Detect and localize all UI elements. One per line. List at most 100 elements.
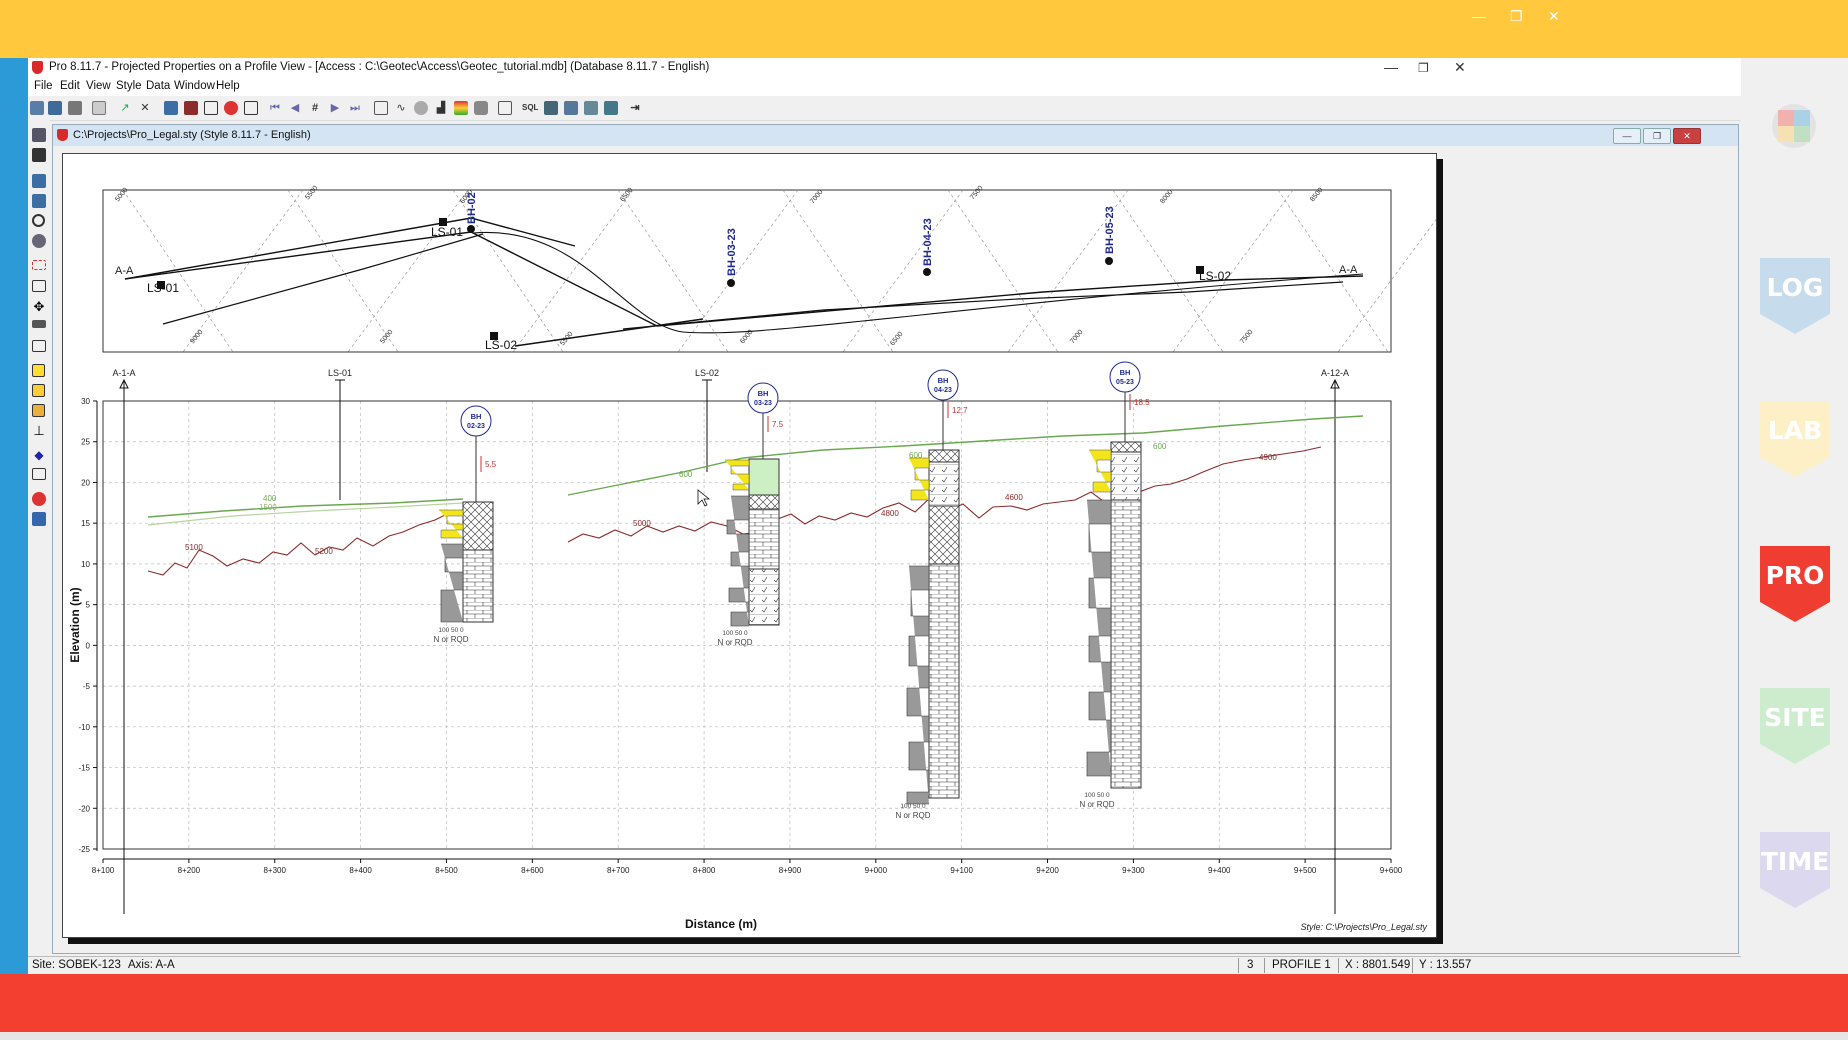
import-icon[interactable] [544,101,558,115]
status-separator [1412,958,1413,973]
menu-view[interactable]: View [86,80,111,92]
document-minimize-button[interactable]: — [1613,128,1641,144]
bh-02-23-badge [460,405,492,437]
menu-data[interactable]: Data [146,80,170,92]
frame-tool-icon[interactable] [32,280,46,292]
y-tick-label: -20 [78,804,90,813]
page-layout-icon[interactable] [32,174,46,188]
pan-icon[interactable] [32,234,46,248]
window-minimize-button[interactable]: — [1384,59,1398,75]
select-rectangle-icon[interactable] [32,260,46,270]
module-time[interactable]: TIME [1760,832,1830,908]
note-icon[interactable] [32,364,45,377]
bh-03-23-layer-rock [748,508,780,570]
globe-icon[interactable] [414,101,428,115]
zoom-icon[interactable] [32,214,45,227]
grid-icon[interactable] [244,101,258,115]
menu-file[interactable]: File [34,80,53,92]
preview-icon[interactable] [92,101,106,115]
database-icon[interactable] [474,101,488,115]
status-page: 3 [1247,959,1254,971]
window-close-button[interactable]: ✕ [1454,59,1466,76]
minimize-icon[interactable]: — [1472,8,1486,24]
document-client-area: 5000 5500 6000 6500 7000 7500 8000 8500 9000 5000… [53,146,1738,953]
bottom-edge [0,1032,1848,1040]
print-icon[interactable] [68,101,82,115]
y-tick-label: 10 [81,560,90,569]
document-title: C:\Projects\Pro_Legal.sty (Style 8.11.7 … [73,129,311,141]
borehole-bh-03-23[interactable]: BH 03-23 7.5 100 50 0 N or RQD [717,382,784,647]
style-footer: Style: C:\Projects\Pro_Legal.sty [1300,922,1427,932]
bh-03-23-rqd-bars [726,495,750,627]
menu-style[interactable]: Style [116,80,142,92]
diamond-icon[interactable]: ◆ [32,448,46,462]
x-tick-label: 9+400 [1208,866,1231,875]
layout-icon[interactable] [164,101,178,115]
bh-02-23-rqd-bars [440,543,464,623]
target-icon[interactable] [224,101,238,115]
open-project-icon[interactable] [30,101,44,115]
plan-ls-02-end-label: LS-02 [1199,269,1231,283]
next-page-icon[interactable]: ▶ [328,101,342,115]
panel-icon[interactable] [32,194,46,208]
list-icon[interactable] [32,404,45,417]
module-site[interactable]: SITE [1760,688,1830,764]
table-tool-icon[interactable] [32,468,46,480]
exit-icon[interactable]: ⇥ [628,101,642,115]
borehole-bh-05-23[interactable]: BH 05-23 18.5 100 50 0 N or RQD [1079,361,1150,809]
bh-02-23-water-level: 5.5 [485,460,497,469]
bh-02-23-scale: 100 50 0 [438,627,464,634]
bh-05-23-badge-prefix: BH [1120,368,1131,377]
module-lab[interactable]: LAB [1760,401,1830,477]
bh-05-23-scale: 100 50 0 [1084,792,1110,799]
report-icon[interactable] [584,101,598,115]
hatch-icon[interactable] [374,101,388,115]
color-scale-icon[interactable] [454,101,468,115]
save-icon[interactable] [32,148,46,162]
first-page-icon[interactable]: ⏮ [268,101,282,115]
profile-drawing[interactable]: 5000 5500 6000 6500 7000 7500 8000 85009000 5000… [63,154,1436,937]
label-icon[interactable] [32,384,45,397]
open-icon[interactable] [32,128,46,142]
previous-page-icon[interactable]: ◀ [288,101,302,115]
close-icon[interactable]: ✕ [1548,8,1560,25]
legend-icon[interactable] [184,101,198,115]
frame-icon[interactable] [204,101,218,115]
align-icon[interactable] [32,320,46,328]
y-tick-label: 25 [81,438,90,447]
document-restore-button[interactable]: ❐ [1643,128,1671,144]
ground-surface-left [147,498,464,518]
bh-04-23-layer-till [928,461,960,507]
axis-icon[interactable]: ⊥ [32,424,46,438]
chart-icon[interactable]: ↗ [118,101,132,115]
table-icon[interactable] [498,101,512,115]
last-page-icon[interactable]: ⏭ [348,101,362,115]
bh-02-23-badge-id: 02-23 [467,423,485,430]
menu-window[interactable]: Window [174,80,215,92]
histogram-icon[interactable]: ▟ [434,101,448,115]
open-database-icon[interactable] [48,101,62,115]
heart-icon[interactable] [32,492,46,506]
scatter-icon[interactable]: ✕ [138,101,152,115]
resize-icon[interactable] [32,340,46,352]
sql-icon[interactable]: SQL [522,101,538,115]
window-maximize-button[interactable]: ❐ [1418,61,1429,75]
module-pro[interactable]: PRO [1760,546,1830,622]
move-icon[interactable]: ✥ [32,300,46,314]
curve-icon[interactable]: ∿ [394,101,408,115]
profile-sheet: 5000 5500 6000 6500 7000 7500 8000 8500 9000 5000… [62,153,1437,938]
menu-help[interactable]: Help [216,80,240,92]
export-icon[interactable] [564,101,578,115]
y-axis-title: Elevation (m) [68,587,82,662]
page-number-icon[interactable]: # [308,101,322,115]
abc-icon[interactable] [32,512,46,526]
top-banner: — ❐ ✕ [0,0,1848,58]
menu-edit[interactable]: Edit [60,80,80,92]
module-log[interactable]: LOG [1760,258,1830,334]
document-close-button[interactable]: ✕ [1673,128,1701,144]
sync-icon[interactable] [604,101,618,115]
restore-icon[interactable]: ❐ [1510,8,1523,25]
borehole-bh-04-23[interactable]: BH 04-23 12.7 100 50 0 N or RQD [895,369,968,820]
bh-03-23-marker [727,279,735,287]
bh-03-23-badge-id: 03-23 [754,400,772,407]
